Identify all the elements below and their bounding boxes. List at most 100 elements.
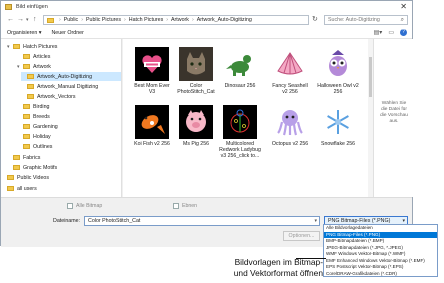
folder-icon	[23, 64, 30, 69]
breadcrumb-public[interactable]: Public	[64, 17, 78, 23]
search-input[interactable]: Suche: Auto-Digitizing ⌕	[324, 15, 408, 25]
folder-icon	[47, 17, 54, 23]
address-bar-row: ← → ▾ ↑ › Public › Public Pictures › Hat…	[1, 13, 412, 27]
filename-input[interactable]: Color PhotoStitch_Cat ▾	[84, 216, 320, 226]
preview-pane-icon[interactable]: ▭	[388, 29, 394, 36]
preview-hint: Wählen Sie die Datei für die Vorschau au…	[380, 101, 408, 124]
file-type-option[interactable]: CorelDRAW-Grafikdateien (*.CDR)	[324, 271, 437, 277]
nav-item-all-users[interactable]: all users	[1, 184, 37, 193]
breadcrumb-public-pictures[interactable]: Public Pictures	[86, 17, 121, 23]
folder-icon	[7, 175, 14, 180]
annotation-line-2: und Vektorformat öffnen	[233, 268, 323, 278]
breadcrumb-hatch-pictures[interactable]: Hatch Pictures	[129, 17, 163, 23]
nav-item-artwork-auto-digitizing[interactable]: Artwork_Auto-Digitizing	[21, 72, 121, 81]
file-type-option[interactable]: EPS Postscript Vektor-Bitmap (*.EPS)	[324, 264, 437, 270]
filename-value: Color PhotoStitch_Cat	[88, 218, 141, 224]
chevron-right-icon: ›	[59, 17, 61, 23]
folder-icon	[5, 4, 12, 10]
nav-item-artwork-manual-digitizing[interactable]: Artwork_Manual Digitizing	[21, 82, 98, 91]
folder-icon	[23, 54, 30, 59]
nav-item-hatch-pictures[interactable]: ▾ Hatch Pictures	[7, 42, 57, 51]
heart-badge-icon	[135, 47, 169, 81]
nav-item-outlines[interactable]: Outlines	[17, 142, 52, 151]
nav-item-articles[interactable]: Articles	[17, 52, 50, 61]
folder-icon	[23, 144, 30, 149]
breadcrumb-auto-digitizing[interactable]: Artwork_Auto-Digitizing	[197, 17, 252, 23]
new-folder-button[interactable]: Neuer Ordner	[51, 30, 83, 36]
close-icon[interactable]: ✕	[400, 2, 407, 12]
chevron-right-icon: ›	[166, 17, 168, 23]
file-item-koi-fish[interactable]: Koi Fish v2 256	[131, 105, 173, 147]
nav-item-artwork-vectors[interactable]: Artwork_Vectors	[21, 92, 76, 101]
title-bar: Bild einfügen ✕	[1, 1, 412, 13]
options-button[interactable]: Optionen...	[283, 231, 320, 241]
history-chevron-icon[interactable]: ▾	[26, 17, 29, 24]
file-item-color-photostitch-cat[interactable]: Color PhotoStitch_Cat	[175, 47, 217, 95]
cat-photo-icon	[179, 47, 213, 81]
nav-item-breeds[interactable]: Breeds	[17, 112, 50, 121]
file-item-snowflake[interactable]: Snowflake 256	[317, 105, 359, 147]
annotation-caption: Bildvorlagen im Bitmap- und Vektorformat…	[205, 257, 323, 279]
scrollbar-thumb[interactable]	[369, 57, 372, 97]
folder-icon	[23, 114, 30, 119]
file-type-option[interactable]: JPEG-Bitmapdateien (*.JPG, *.JPEG)	[324, 245, 437, 251]
ladybug-icon	[223, 105, 257, 139]
view-options-icon[interactable]: ▤▾	[374, 29, 383, 36]
back-arrow-icon[interactable]: ←	[7, 16, 14, 23]
chevron-right-icon: ›	[81, 17, 83, 23]
nav-item-fabrics[interactable]: Fabrics	[7, 153, 40, 162]
organize-button[interactable]: Organisieren ▾	[7, 30, 41, 36]
breadcrumb-artwork[interactable]: Artwork	[171, 17, 189, 23]
address-bar[interactable]: › Public › Public Pictures › Hatch Pictu…	[43, 15, 309, 25]
filename-label: Dateiname:	[53, 218, 81, 224]
insert-image-dialog: Bild einfügen ✕ ← → ▾ ↑ › Public › Publi…	[0, 0, 413, 247]
file-item-best-mom-ever[interactable]: Best Mom Ever V3	[131, 47, 173, 95]
file-type-option[interactable]: BMP-Bitmapdateien (*.BMP)	[324, 238, 437, 244]
nav-item-artwork[interactable]: ▾ Artwork	[17, 62, 51, 71]
file-item-octopus[interactable]: Octopus v2 256	[269, 105, 311, 147]
folder-icon	[13, 155, 20, 160]
command-bar: Organisieren ▾ Neuer Ordner ▤▾ ▭ ?	[1, 27, 412, 39]
window-title: Bild einfügen	[16, 4, 48, 10]
koi-fish-icon	[135, 105, 169, 139]
folder-icon	[23, 124, 30, 129]
folder-icon	[27, 84, 34, 89]
file-type-option[interactable]: Alle Bildvorlagedateien	[324, 225, 437, 231]
nav-item-graphic-motifs[interactable]: Graphic Motifs	[7, 163, 57, 172]
refresh-icon[interactable]: ↻	[312, 16, 318, 23]
file-type-option[interactable]: EMF Enhanced Windows Vektor-Bitmap (*.EM…	[324, 258, 437, 264]
search-placeholder: Suche: Auto-Digitizing	[328, 17, 380, 23]
annotation-line-1: Bildvorlagen im Bitmap-	[234, 257, 323, 267]
all-bitmap-checkbox[interactable]: Alle Bitmap	[67, 203, 102, 209]
octopus-icon	[273, 105, 307, 139]
file-type-option-selected[interactable]: PNG Bitmap-Files (*.PNG)	[324, 231, 437, 238]
nav-item-holiday[interactable]: Holiday	[17, 132, 51, 141]
file-item-fancy-seashell[interactable]: Fancy Seashell v2 256	[269, 47, 311, 95]
file-item-ms-pig[interactable]: Ms Pig 256	[175, 105, 217, 147]
ebnen-checkbox[interactable]: Ebnen	[173, 203, 197, 209]
up-arrow-icon[interactable]: ↑	[33, 16, 37, 23]
help-icon[interactable]: ?	[400, 29, 407, 36]
folder-icon	[23, 134, 30, 139]
preview-pane: Wählen Sie die Datei für die Vorschau au…	[373, 39, 413, 197]
chevron-right-icon: ›	[124, 17, 126, 23]
chevron-right-icon: ›	[191, 17, 194, 23]
nav-item-birding[interactable]: Birding	[17, 102, 50, 111]
folder-icon	[27, 74, 34, 79]
dinosaur-icon	[223, 47, 257, 81]
chevron-down-icon[interactable]: ▾	[314, 218, 317, 224]
file-item-halloween-owl[interactable]: Halloween Owl v2 256	[317, 47, 359, 95]
file-list: Best Mom Ever V3 Color PhotoStitch_Cat D…	[123, 39, 373, 197]
file-item-dinosaur[interactable]: Dinosaur 256	[219, 47, 261, 89]
file-type-option[interactable]: WMF Windows Vektor-Bitmap (*.WMF)	[324, 251, 437, 257]
nav-item-public-videos[interactable]: Public Videos	[1, 173, 49, 182]
pig-icon	[179, 105, 213, 139]
seashell-icon	[273, 47, 307, 81]
forward-arrow-icon[interactable]: →	[17, 16, 24, 23]
nav-item-gardening[interactable]: Gardening	[17, 122, 58, 131]
file-item-redwork-ladybug[interactable]: Multicolored Redwork Ladybug v3 256_clic…	[219, 105, 261, 159]
folder-icon	[27, 94, 34, 99]
snowflake-icon	[321, 105, 355, 139]
navigation-pane: ▾ Hatch Pictures Articles ▾ Artwork Artwor…	[1, 39, 122, 197]
file-type-dropdown-list: Alle Bildvorlagedateien PNG Bitmap-Files…	[323, 224, 438, 277]
